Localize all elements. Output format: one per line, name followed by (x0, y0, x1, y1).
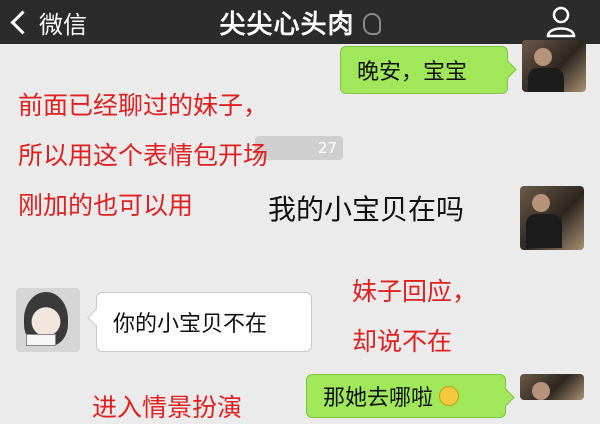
ear-icon (362, 13, 381, 35)
timestamp: 27 (255, 136, 343, 160)
message-text: 晚安，宝宝 (357, 60, 468, 85)
man-avatar[interactable] (522, 40, 586, 92)
top-nav-bar: 微信 尖尖心头肉 (0, 0, 600, 44)
chat-title: 尖尖心头肉 (219, 9, 355, 40)
chat-area[interactable]: 晚安，宝宝 27 前面已经聊过的妹子， 所以用这个表情包开场 刚加的也可以用 我… (0, 40, 600, 422)
chat-title-wrap: 尖尖心头肉 (0, 0, 600, 44)
message-text[interactable]: 我的小宝贝在吗 (268, 188, 464, 228)
message-text: 你的小宝贝不在 (113, 312, 268, 337)
annotation-line: 却说不在 (352, 327, 453, 356)
timestamp-text: 27 (317, 139, 337, 157)
message-text: 那她去哪啦 (323, 386, 434, 411)
annotation-line: 进入情景扮演 (92, 393, 243, 422)
annotation-line: 所以用这个表情包开场 (18, 141, 269, 170)
man-avatar[interactable] (520, 186, 584, 250)
annotation-line: 妹子回应， (352, 277, 478, 306)
woman-avatar[interactable] (16, 288, 80, 352)
message-bubble[interactable]: 你的小宝贝不在 (96, 292, 312, 352)
message-bubble[interactable]: 那她去哪啦 (306, 374, 506, 418)
annotation-line: 前面已经聊过的妹子， (18, 91, 269, 120)
smiley-icon (439, 386, 460, 406)
annotation-line: 刚加的也可以用 (18, 191, 194, 220)
profile-icon[interactable] (544, 4, 578, 38)
man-avatar[interactable] (520, 374, 584, 400)
message-bubble[interactable]: 晚安，宝宝 (340, 46, 508, 94)
